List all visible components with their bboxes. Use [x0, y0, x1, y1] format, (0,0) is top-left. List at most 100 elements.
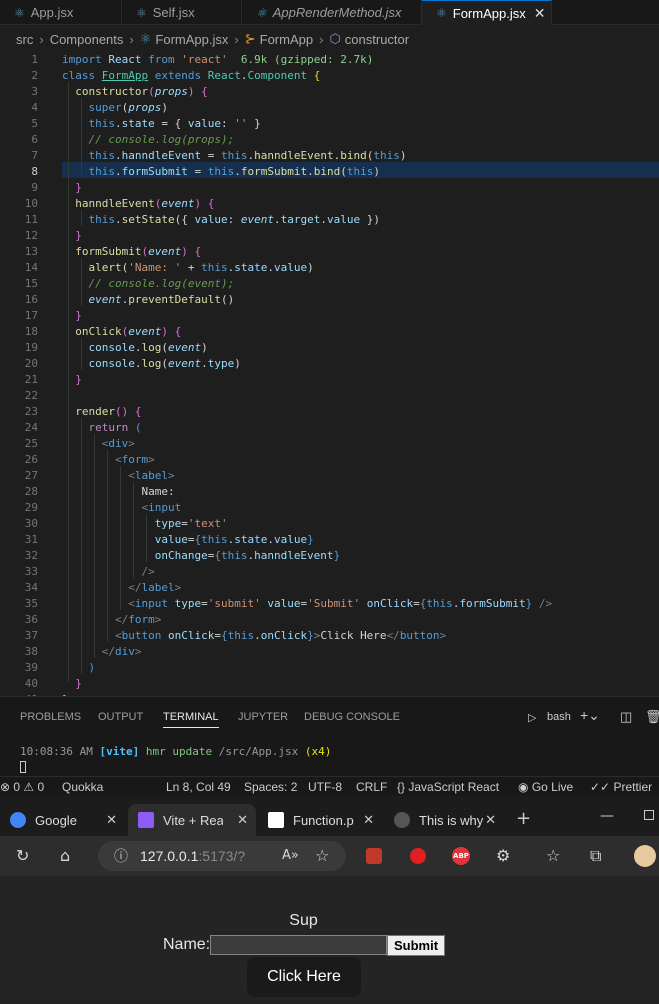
submit-button[interactable]: Submit	[387, 935, 445, 956]
tab-jupyter[interactable]: JUPYTER	[238, 711, 288, 723]
code-editor[interactable]: 1 import React from 'react' 6.9k (gzipped…	[0, 50, 659, 696]
reload-icon[interactable]: ↻	[16, 846, 29, 865]
code-line: hanndleEvent(event) {	[75, 197, 215, 210]
add-favorite-icon[interactable]: ☆	[315, 846, 329, 865]
address-bar[interactable]: ⓘ 127.0.0.1:5173/?	[98, 841, 346, 871]
extensions-icon[interactable]: ⚙	[496, 846, 510, 865]
favorites-icon[interactable]: ☆	[546, 846, 560, 865]
maximize-icon[interactable]	[644, 810, 654, 820]
line-number: 11	[24, 213, 38, 226]
code-line: formSubmit(event) {	[75, 245, 202, 258]
line-number: 17	[24, 309, 38, 322]
info-icon[interactable]: ⓘ	[114, 846, 128, 866]
editor-tab-formapp[interactable]: ⚛ FormApp.jsx ✕	[422, 0, 552, 25]
line-number: 6	[31, 133, 38, 146]
line-number: 10	[24, 197, 38, 210]
click-here-button[interactable]: Click Here	[247, 957, 361, 997]
line-ending[interactable]: CRLF	[356, 780, 387, 794]
line-number: 8	[31, 165, 38, 178]
tab-debug-console[interactable]: DEBUG CONSOLE	[304, 711, 400, 723]
react-file-icon: ⚛	[256, 5, 267, 20]
cursor-position[interactable]: Ln 8, Col 49	[166, 780, 231, 794]
line-number: 1	[31, 53, 38, 66]
line-number: 5	[31, 117, 38, 130]
close-tab-icon[interactable]: ✕	[485, 812, 496, 828]
extension-icon[interactable]	[366, 848, 382, 864]
split-terminal-icon[interactable]: ◫	[620, 709, 632, 725]
line-number: 14	[24, 261, 38, 274]
go-live-button[interactable]: ◉ Go Live	[518, 780, 573, 794]
line-number: 31	[24, 533, 38, 546]
editor-tab-app[interactable]: ⚛ App.jsx	[0, 0, 122, 25]
line-number: 32	[24, 549, 38, 562]
breadcrumb-src[interactable]: src	[16, 32, 33, 47]
collections-icon[interactable]: ⧉	[590, 846, 601, 866]
code-line: this.setState({ value: event.target.valu…	[88, 213, 380, 226]
code-line: <input type='submit' value='Submit' onCl…	[128, 597, 553, 610]
code-line: type='text'	[154, 517, 228, 530]
line-number: 27	[24, 469, 38, 482]
browser-tab-google[interactable]: Google ✕	[0, 804, 125, 836]
line-number: 13	[24, 245, 38, 258]
prettier-status[interactable]: ✓✓ Prettier	[590, 780, 652, 794]
tab-terminal[interactable]: TERMINAL	[163, 711, 219, 728]
read-aloud-icon[interactable]: A»	[282, 848, 299, 863]
line-number: 4	[31, 101, 38, 114]
adblock-icon[interactable]: ABP	[452, 847, 470, 865]
extension-hand-icon[interactable]	[410, 848, 426, 864]
react-file-icon: ⚛	[14, 5, 25, 20]
problems-indicator[interactable]: ⊗ 0 ⚠ 0	[0, 780, 44, 794]
quokka-status[interactable]: Quokka	[62, 780, 103, 794]
breadcrumb-method[interactable]: constructor	[345, 32, 409, 47]
tab-output[interactable]: OUTPUT	[98, 711, 143, 723]
browser-tab-this-is-why[interactable]: This is why ✕	[384, 804, 504, 836]
trash-icon[interactable]: 🗑	[645, 709, 659, 725]
react-file-icon: ⚛	[136, 5, 147, 20]
code-line: onChange={this.hanndleEvent}	[154, 549, 341, 562]
line-number: 30	[24, 517, 38, 530]
close-tab-icon[interactable]: ✕	[237, 812, 248, 828]
react-file-icon: ⚛	[139, 31, 152, 46]
breadcrumb-components[interactable]: Components	[50, 32, 124, 47]
double-check-icon: ✓✓	[590, 780, 611, 794]
close-tab-icon[interactable]: ✕	[363, 812, 374, 828]
home-icon[interactable]: ⌂	[60, 846, 70, 865]
code-line: onClick(event) {	[75, 325, 182, 338]
close-tab-icon[interactable]: ✕	[106, 812, 117, 828]
line-number: 7	[31, 149, 38, 162]
code-line: }	[75, 373, 82, 386]
code-line: constructor(props) {	[75, 85, 208, 98]
browser-tab-strip: Google✕ Vite + React✕ Function.p✕ This i…	[0, 796, 659, 836]
close-icon[interactable]: ✕	[534, 5, 546, 22]
google-icon	[10, 812, 26, 828]
tab-problems[interactable]: PROBLEMS	[20, 711, 81, 723]
editor-tab-self[interactable]: ⚛ Self.jsx	[122, 0, 242, 25]
chevron-right-icon: ›	[319, 31, 324, 47]
code-line: class FormApp extends React.Component {	[62, 69, 321, 82]
breadcrumb-file[interactable]: FormApp.jsx	[155, 32, 228, 47]
browser-tab-vite[interactable]: Vite + React✕	[128, 804, 256, 836]
avatar[interactable]	[634, 845, 656, 867]
line-number: 12	[24, 229, 38, 242]
minimize-icon[interactable]: —	[600, 808, 614, 824]
line-number: 25	[24, 437, 38, 450]
browser-tab-function[interactable]: Function.p ✕	[258, 804, 382, 836]
add-terminal-icon[interactable]: +⌄	[580, 707, 600, 724]
code-line: </div>	[101, 645, 142, 658]
language-mode[interactable]: {} JavaScript React	[397, 780, 499, 794]
line-number: 36	[24, 613, 38, 626]
name-label: Name:	[163, 936, 211, 953]
editor-tab-apprendermethod[interactable]: ⚛ AppRenderMethod.jsx	[242, 0, 422, 25]
indentation[interactable]: Spaces: 2	[244, 780, 297, 794]
code-line: }	[75, 229, 82, 242]
encoding[interactable]: UTF-8	[308, 780, 342, 794]
code-line: // console.log(props);	[88, 133, 235, 146]
breadcrumb-class[interactable]: FormApp	[260, 32, 313, 47]
name-input[interactable]	[210, 935, 387, 955]
braces-icon: {}	[397, 780, 406, 794]
terminal-output: 10:08:36 AM [vite] hmr update /src/App.j…	[20, 745, 332, 758]
shell-label[interactable]: bash	[547, 711, 571, 723]
new-tab-icon[interactable]: +	[516, 808, 531, 829]
class-symbol-icon: ⊱	[244, 31, 256, 46]
line-number: 22	[24, 389, 38, 402]
